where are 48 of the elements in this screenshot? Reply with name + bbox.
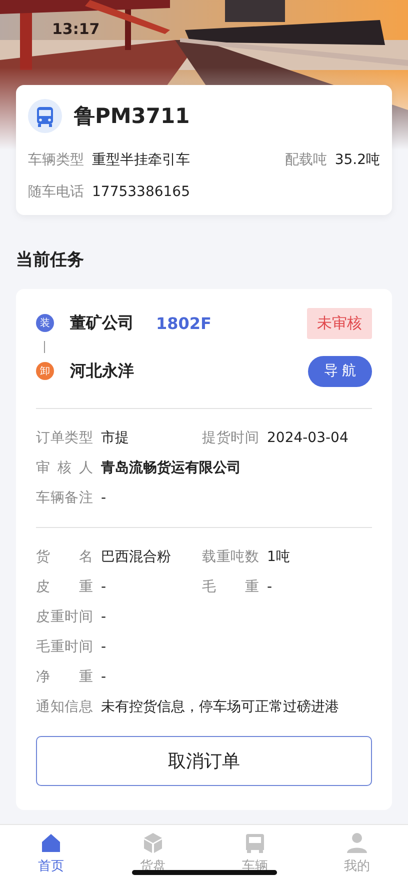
tab-item[interactable]: 我的	[306, 829, 408, 883]
field-label: 随车电话	[28, 183, 84, 201]
field-label: 净重	[36, 668, 93, 686]
bus-icon	[243, 831, 267, 855]
field-label: 货名	[36, 548, 93, 566]
home-icon	[39, 831, 63, 855]
stop-name: 河北永洋	[70, 360, 134, 382]
status-time: 13:17	[52, 20, 100, 38]
field-label: 车辆备注	[36, 489, 93, 507]
field-value: 17753386165	[92, 184, 191, 200]
field-value: 市提	[101, 429, 129, 447]
status-tag: 未审核	[307, 308, 372, 338]
field-value: -	[101, 638, 106, 656]
person-icon	[345, 831, 369, 855]
field-value: 巴西混合粉	[101, 548, 171, 566]
field-label: 皮重时间	[36, 608, 93, 626]
field-value: -	[101, 608, 106, 626]
field-value: 未有控货信息，停车场可正常过磅进港	[101, 698, 339, 716]
field-label: 载重吨数	[202, 548, 259, 566]
box-icon	[141, 831, 165, 855]
field-label: 车辆类型	[28, 151, 84, 169]
stop-code: 1802F	[156, 314, 212, 332]
field-label: 毛重时间	[36, 638, 93, 656]
field-label: 毛重	[202, 578, 259, 596]
field-value: -	[101, 668, 106, 686]
field-value: 重型半挂牵引车	[92, 151, 191, 169]
field-value: -	[101, 489, 106, 507]
plate-number: 鲁PM3711	[74, 103, 190, 130]
field-label: 审核人	[36, 459, 93, 477]
field-value: 2024-03-04	[267, 429, 348, 447]
navigate-button[interactable]: 导 航	[308, 356, 372, 386]
stop-name: 董矿公司	[70, 312, 134, 334]
field-label: 皮重	[36, 578, 93, 596]
section-title: 当前任务	[16, 250, 84, 270]
unload-badge: 卸	[36, 362, 54, 380]
field-value: 1吨	[267, 548, 290, 566]
field-value: -	[267, 578, 272, 596]
field-value: 青岛流畅货运有限公司	[101, 459, 241, 477]
tab-item[interactable]: 首页	[0, 829, 102, 883]
load-badge: 装	[36, 314, 54, 332]
field-label: 通知信息	[36, 698, 93, 716]
field-label: 订单类型	[36, 429, 93, 447]
field-value: -	[101, 578, 106, 596]
field-label: 配载吨	[284, 151, 327, 169]
bus-icon	[28, 99, 62, 133]
field-value: 35.2吨	[334, 151, 380, 169]
field-label: 提货时间	[202, 429, 259, 447]
cancel-order-button[interactable]: 取消订单	[36, 736, 372, 786]
